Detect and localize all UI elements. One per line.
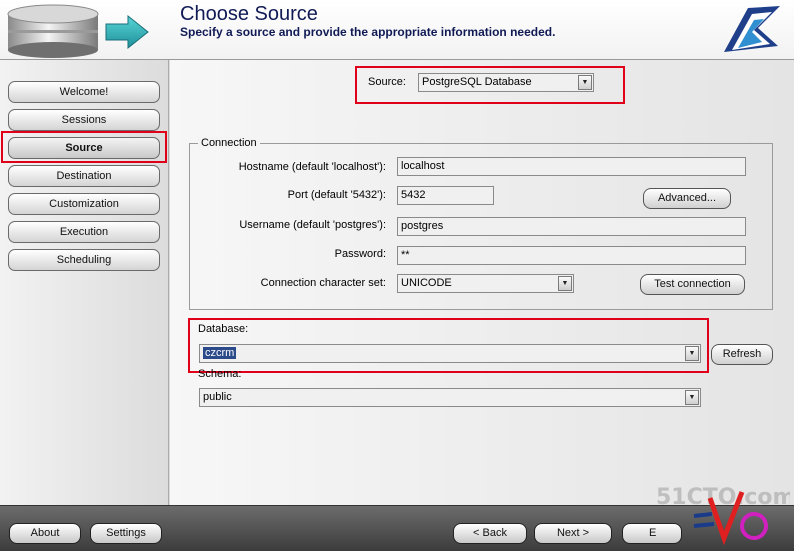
connection-legend: Connection: [198, 137, 260, 149]
watermark-logo: 51CTO.com: [656, 485, 790, 546]
next-button[interactable]: Next >: [534, 523, 612, 544]
page-subtitle: Specify a source and provide the appropr…: [180, 25, 556, 39]
refresh-button[interactable]: Refresh: [711, 344, 773, 365]
sidebar-item-execution[interactable]: Execution: [8, 221, 160, 243]
brand-logo-icon: [724, 6, 780, 52]
page-title: Choose Source: [180, 3, 318, 25]
database-source-icon: [7, 4, 149, 58]
source-highlight-box: [355, 66, 625, 104]
password-label: Password:: [334, 248, 386, 260]
charset-select-value: UNICODE: [401, 277, 452, 289]
username-input[interactable]: postgres: [397, 217, 746, 236]
sidebar-item-sessions[interactable]: Sessions: [8, 109, 160, 131]
main-panel: Source: PostgreSQL Database ▼ Connection…: [170, 60, 794, 505]
schema-select[interactable]: public ▼: [199, 388, 701, 407]
schema-label: Schema:: [198, 368, 242, 380]
settings-button[interactable]: Settings: [90, 523, 162, 544]
about-button[interactable]: About: [9, 523, 81, 544]
source-highlight-box: [1, 131, 167, 163]
database-highlight-box: [188, 318, 709, 373]
watermark-text: 51CTO.com: [656, 485, 790, 510]
test-connection-button[interactable]: Test connection: [640, 274, 745, 295]
port-input[interactable]: 5432: [397, 186, 494, 205]
sidebar-item-welcome[interactable]: Welcome!: [8, 81, 160, 103]
port-label: Port (default '5432'):: [287, 189, 386, 201]
charset-select[interactable]: UNICODE ▼: [397, 274, 574, 293]
back-button[interactable]: < Back: [453, 523, 527, 544]
schema-select-value: public: [203, 391, 232, 403]
chevron-down-icon[interactable]: ▼: [558, 276, 572, 291]
sidebar-item-scheduling[interactable]: Scheduling: [8, 249, 160, 271]
hostname-input[interactable]: localhost: [397, 157, 746, 176]
hostname-label: Hostname (default 'localhost'):: [238, 161, 386, 173]
username-label: Username (default 'postgres'):: [239, 219, 386, 231]
header: Choose Source Specify a source and provi…: [0, 0, 794, 60]
sidebar: Welcome! Sessions Source Destination Cus…: [0, 60, 169, 505]
password-input[interactable]: **: [397, 246, 746, 265]
charset-label: Connection character set:: [260, 277, 386, 289]
sidebar-item-destination[interactable]: Destination: [8, 165, 160, 187]
advanced-button[interactable]: Advanced...: [643, 188, 731, 209]
chevron-down-icon[interactable]: ▼: [685, 390, 699, 405]
sidebar-item-customization[interactable]: Customization: [8, 193, 160, 215]
